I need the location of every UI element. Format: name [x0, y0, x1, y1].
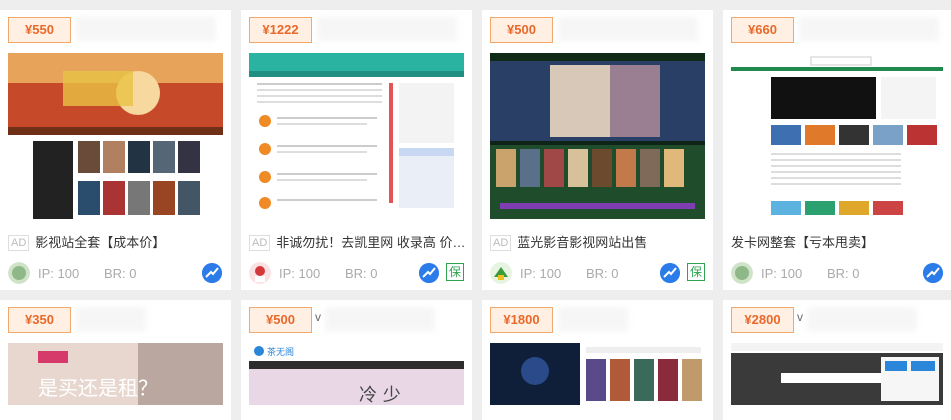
avatar[interactable] — [731, 262, 753, 284]
rank-icon[interactable] — [923, 263, 943, 283]
listing-title[interactable]: AD 影视站全套【成本价】 — [8, 232, 223, 252]
blurred-domain — [76, 17, 216, 41]
avatar[interactable] — [8, 262, 30, 284]
listing-card-4[interactable]: ¥660 发卡网整套【亏本甩卖】 IP: 100 BR: 0 — [723, 10, 951, 290]
rank-icon[interactable] — [419, 263, 439, 283]
card-header: ¥1800 — [482, 300, 713, 333]
site-thumbnail[interactable] — [731, 53, 943, 219]
site-thumbnail[interactable]: 是买还是租？ — [8, 343, 223, 405]
card-header: ¥1222 — [241, 10, 472, 43]
price-tag: ¥1222 — [249, 17, 312, 43]
card-header: ¥2800 v — [723, 300, 951, 333]
listing-meta: IP: 100 BR: 0 保 — [249, 262, 464, 288]
guarantee-badge[interactable]: 保 — [687, 263, 705, 281]
listing-card-1[interactable]: ¥550 AD 影视站全套【成本价】 IP: 100 BR: 0 — [0, 10, 231, 290]
site-thumbnail[interactable] — [490, 343, 705, 405]
guarantee-badge[interactable]: 保 — [446, 263, 464, 281]
card-header: ¥500 v — [241, 300, 472, 333]
listing-meta: IP: 100 BR: 0 — [731, 262, 946, 288]
br-stat: BR: 0 — [827, 266, 860, 281]
rank-icon[interactable] — [660, 263, 680, 283]
listing-title-text[interactable]: 影视站全套【成本价】 — [35, 235, 165, 250]
listing-title[interactable]: AD 非诚勿扰！去凯里网 收录高 价… — [249, 232, 464, 252]
listing-card-3[interactable]: ¥500 AD 蓝光影音影视网站出售 IP: 100 BR: 0 保 — [482, 10, 713, 290]
ad-badge: AD — [8, 235, 30, 251]
listing-card-5[interactable]: ¥350 是买还是租？ — [0, 300, 231, 420]
card-header: ¥550 — [0, 10, 231, 43]
card-header: ¥350 — [0, 300, 231, 333]
listing-title-text[interactable]: 非诚勿扰！去凯里网 收录高 价… — [276, 235, 464, 250]
blurred-domain — [558, 17, 698, 41]
price-tag: ¥500 — [249, 307, 312, 333]
br-stat: BR: 0 — [104, 266, 137, 281]
ip-stat: IP: 100 — [38, 266, 80, 281]
listing-card-6[interactable]: ¥500 v 茶无阁 冷 少 — [241, 300, 472, 420]
site-thumbnail[interactable]: 茶无阁 冷 少 — [249, 343, 464, 405]
listing-card-8[interactable]: ¥2800 v — [723, 300, 951, 420]
thumb-logo-text: 茶无阁 — [267, 346, 294, 358]
listing-title-text[interactable]: 发卡网整套【亏本甩卖】 — [731, 235, 874, 250]
ip-stat: IP: 100 — [520, 266, 562, 281]
ip-stat: IP: 100 — [761, 266, 803, 281]
blurred-domain — [799, 17, 939, 41]
card-header: ¥660 — [723, 10, 951, 43]
price-tag: ¥1800 — [490, 307, 553, 333]
price-tag: ¥660 — [731, 17, 794, 43]
ad-badge: AD — [490, 235, 512, 251]
domain-prefix: v — [315, 310, 321, 324]
listing-meta: IP: 100 BR: 0 保 — [490, 262, 705, 288]
site-thumbnail[interactable] — [490, 53, 705, 219]
ip-stat: IP: 100 — [279, 266, 321, 281]
listing-title-text[interactable]: 蓝光影音影视网站出售 — [517, 235, 647, 250]
price-tag: ¥500 — [490, 17, 553, 43]
listing-title[interactable]: AD 蓝光影音影视网站出售 — [490, 232, 705, 252]
blurred-domain — [317, 17, 457, 41]
rank-icon[interactable] — [202, 263, 222, 283]
blurred-domain — [807, 307, 917, 331]
site-thumbnail[interactable] — [249, 53, 464, 219]
br-stat: BR: 0 — [586, 266, 619, 281]
listing-title[interactable]: 发卡网整套【亏本甩卖】 — [731, 232, 946, 252]
ad-badge: AD — [249, 235, 271, 251]
blurred-domain — [558, 307, 628, 331]
price-tag: ¥2800 — [731, 307, 794, 333]
br-stat: BR: 0 — [345, 266, 378, 281]
listing-card-7[interactable]: ¥1800 — [482, 300, 713, 420]
blurred-domain — [76, 307, 146, 331]
blurred-domain — [325, 307, 435, 331]
site-thumbnail[interactable] — [8, 53, 223, 219]
domain-prefix: v — [797, 310, 803, 324]
avatar[interactable] — [249, 262, 271, 284]
card-header: ¥500 — [482, 10, 713, 43]
listing-card-2[interactable]: ¥1222 AD 非诚勿扰！去凯里网 收录高 价… IP: 100 BR: 0 … — [241, 10, 472, 290]
price-tag: ¥350 — [8, 307, 71, 333]
avatar[interactable] — [490, 262, 512, 284]
thumb-text: 冷 少 — [359, 385, 401, 405]
price-tag: ¥550 — [8, 17, 71, 43]
thumb-text: 是买还是租？ — [38, 376, 158, 400]
listing-meta: IP: 100 BR: 0 — [8, 262, 223, 288]
site-thumbnail[interactable] — [731, 343, 943, 405]
